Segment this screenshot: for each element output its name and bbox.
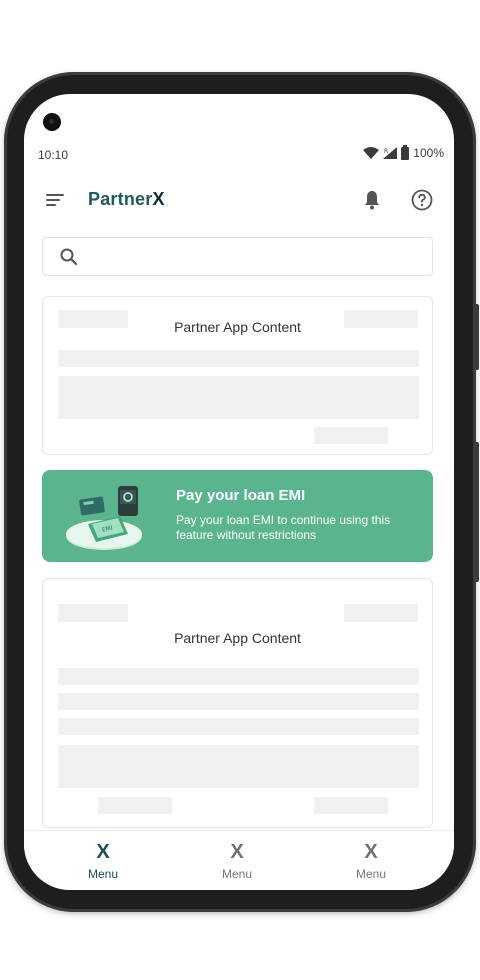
signal-icon: R <box>383 147 398 159</box>
banner-title: Pay your loan EMI <box>176 487 306 504</box>
content-card: Partner App Content <box>42 296 433 455</box>
brand-prefix: Partner <box>88 189 153 209</box>
nav-label: Menu <box>221 867 253 881</box>
skeleton-placeholder <box>58 668 419 685</box>
x-icon: X <box>96 841 110 863</box>
card-title: Partner App Content <box>174 630 301 646</box>
volume-button <box>474 304 479 370</box>
notification-bell-icon[interactable] <box>360 188 384 212</box>
battery-level: 100% <box>413 146 444 160</box>
hamburger-menu-icon[interactable] <box>44 190 66 210</box>
wifi-icon <box>363 147 380 159</box>
skeleton-placeholder <box>314 427 388 444</box>
x-icon: X <box>230 841 244 863</box>
loan-emi-banner[interactable]: EMI Pay your loan EMI Pay your loan EMI … <box>42 470 433 562</box>
app-bar: PartnerX <box>24 180 454 220</box>
nav-item-menu-2[interactable]: X Menu <box>197 841 277 881</box>
skeleton-placeholder <box>58 350 419 367</box>
battery-icon <box>401 144 410 160</box>
skeleton-placeholder <box>344 604 418 622</box>
nav-label: Menu <box>355 867 387 881</box>
skeleton-placeholder <box>58 718 419 735</box>
skeleton-placeholder <box>58 376 419 419</box>
skeleton-placeholder <box>98 797 172 814</box>
content-card: Partner App Content <box>42 578 433 828</box>
skeleton-placeholder <box>314 797 388 814</box>
search-input[interactable] <box>42 237 433 276</box>
skeleton-placeholder <box>58 604 128 622</box>
skeleton-placeholder <box>58 693 419 710</box>
emi-payment-illustration-icon: EMI <box>66 486 142 550</box>
svg-text:R: R <box>384 148 388 155</box>
x-icon: X <box>364 841 378 863</box>
phone-screen: 10:10 R 100% PartnerX Partner App Conten… <box>24 94 454 890</box>
nav-item-menu-3[interactable]: X Menu <box>331 841 411 881</box>
bottom-navigation: X Menu X Menu X Menu <box>24 830 454 890</box>
camera-icon <box>43 113 61 131</box>
help-icon[interactable] <box>410 188 434 212</box>
nav-label: Menu <box>87 867 119 881</box>
status-icons: R 100% <box>363 144 444 160</box>
power-button <box>474 442 479 582</box>
skeleton-placeholder <box>58 745 419 788</box>
status-time: 10:10 <box>38 148 69 162</box>
card-title: Partner App Content <box>174 319 301 335</box>
brand-suffix: X <box>152 189 165 209</box>
search-icon <box>60 248 78 266</box>
nav-item-menu-1[interactable]: X Menu <box>63 841 143 881</box>
brand-logo: PartnerX <box>88 189 165 210</box>
banner-description: Pay your loan EMI to continue using this… <box>176 513 391 542</box>
